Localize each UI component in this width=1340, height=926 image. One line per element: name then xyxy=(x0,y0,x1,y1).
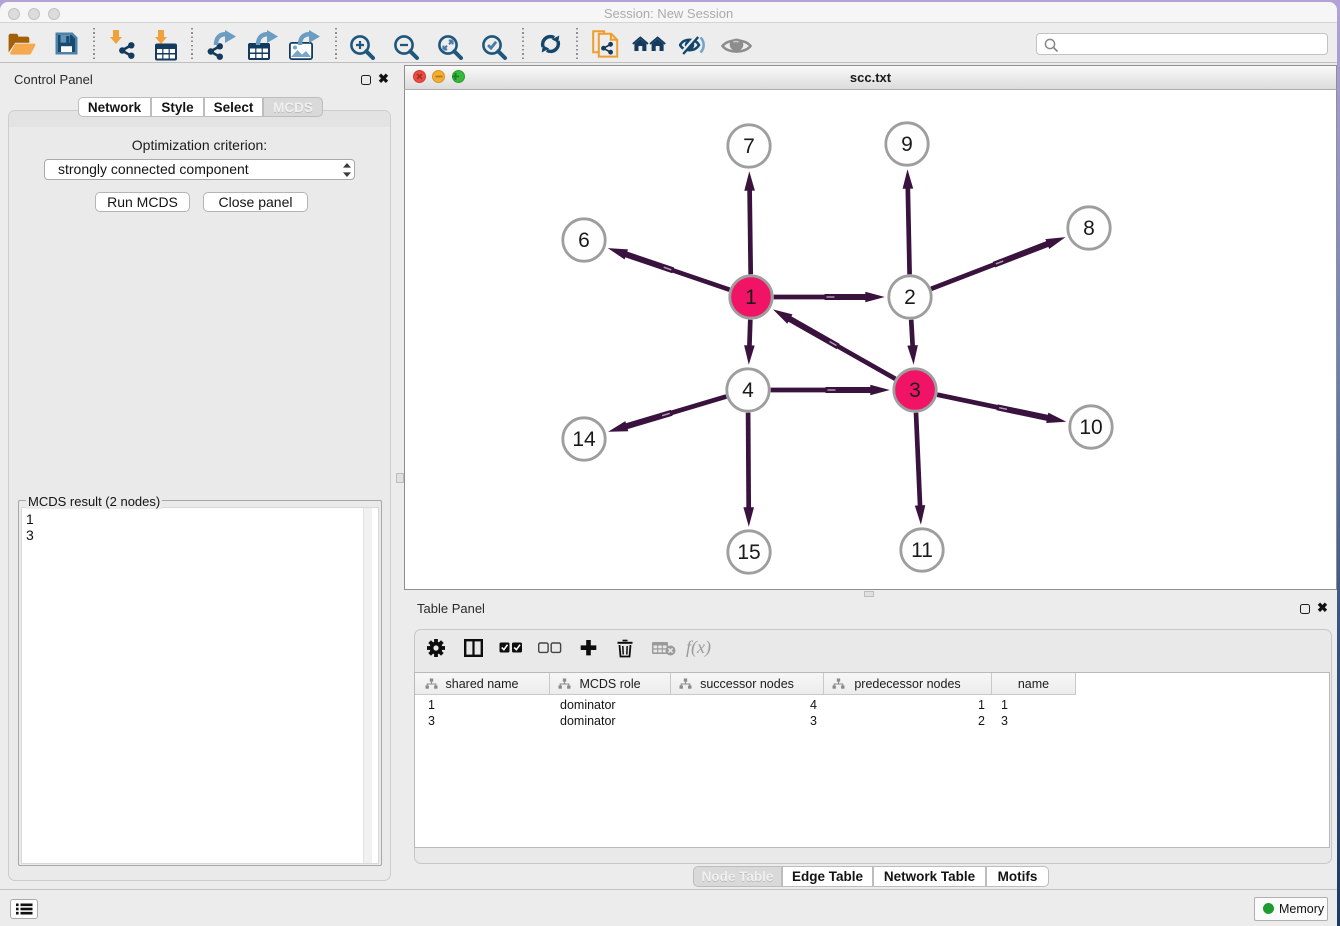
svg-text:4: 4 xyxy=(742,379,754,402)
svg-text:9: 9 xyxy=(901,133,913,156)
svg-text:7: 7 xyxy=(743,135,755,158)
svg-text:11: 11 xyxy=(911,539,933,562)
svg-text:1: 1 xyxy=(745,286,757,309)
svg-text:10: 10 xyxy=(1079,416,1102,439)
svg-text:3: 3 xyxy=(909,379,921,402)
svg-text:2: 2 xyxy=(904,286,916,309)
svg-text:14: 14 xyxy=(572,428,596,451)
svg-text:8: 8 xyxy=(1083,217,1095,240)
svg-text:15: 15 xyxy=(737,541,760,564)
svg-text:6: 6 xyxy=(578,229,590,252)
